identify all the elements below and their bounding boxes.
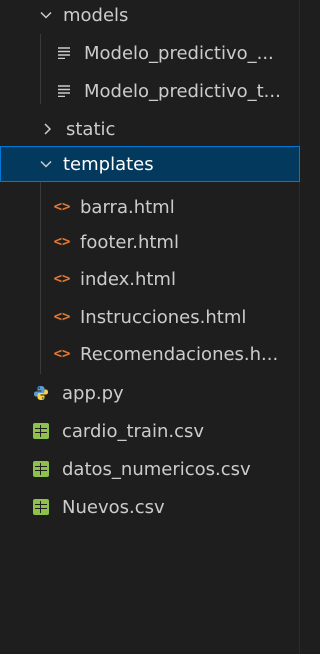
file-explorer: models Modelo_predictivo_... Modelo_pred… — [0, 0, 300, 654]
folder-label: static — [66, 118, 116, 140]
file-cardio-train-csv[interactable]: cardio_train.csv — [0, 414, 300, 448]
file-label: index.html — [80, 268, 176, 290]
folder-static[interactable]: static — [0, 112, 300, 146]
file-instrucciones-html[interactable]: <> Instrucciones.html — [0, 300, 300, 334]
file-label: Instrucciones.html — [80, 306, 247, 328]
file-label: barra.html — [80, 196, 175, 218]
python-icon — [32, 385, 50, 401]
folder-models[interactable]: models — [0, 0, 300, 32]
file-nuevos-csv[interactable]: Nuevos.csv — [0, 490, 300, 524]
text-lines-icon — [56, 85, 72, 97]
code-angle-brackets-icon: <> — [53, 271, 71, 287]
file-datos-numericos-csv[interactable]: datos_numericos.csv — [0, 452, 300, 486]
file-app-py[interactable]: app.py — [0, 376, 300, 410]
file-label: app.py — [62, 382, 124, 404]
file-modelo-predictivo-2[interactable]: Modelo_predictivo_t... — [0, 74, 300, 108]
file-label: footer.html — [80, 231, 179, 253]
code-angle-brackets-icon: <> — [53, 309, 71, 325]
table-icon — [33, 499, 49, 515]
file-footer-html[interactable]: <> footer.html — [0, 225, 300, 259]
file-label: Modelo_predictivo_t... — [84, 80, 281, 102]
chevron-right-icon — [38, 122, 56, 136]
code-angle-brackets-icon: <> — [53, 199, 71, 215]
chevron-down-icon — [35, 8, 57, 22]
file-barra-html[interactable]: <> barra.html — [0, 190, 300, 224]
file-label: datos_numericos.csv — [62, 458, 251, 480]
file-label: Modelo_predictivo_... — [84, 42, 274, 64]
folder-templates[interactable]: templates — [0, 146, 300, 182]
folder-label: models — [63, 4, 129, 26]
table-icon — [33, 461, 49, 477]
file-modelo-predictivo-1[interactable]: Modelo_predictivo_... — [0, 36, 300, 70]
code-angle-brackets-icon: <> — [53, 234, 71, 250]
table-icon — [33, 423, 49, 439]
file-label: Nuevos.csv — [62, 496, 165, 518]
code-angle-brackets-icon: <> — [53, 346, 71, 362]
text-lines-icon — [56, 47, 72, 59]
chevron-down-icon — [35, 157, 57, 171]
file-recomendaciones-html[interactable]: <> Recomendaciones.h... — [0, 337, 300, 371]
file-label: cardio_train.csv — [62, 420, 204, 442]
folder-label: templates — [63, 153, 154, 175]
file-label: Recomendaciones.h... — [80, 343, 279, 365]
file-index-html[interactable]: <> index.html — [0, 262, 300, 296]
